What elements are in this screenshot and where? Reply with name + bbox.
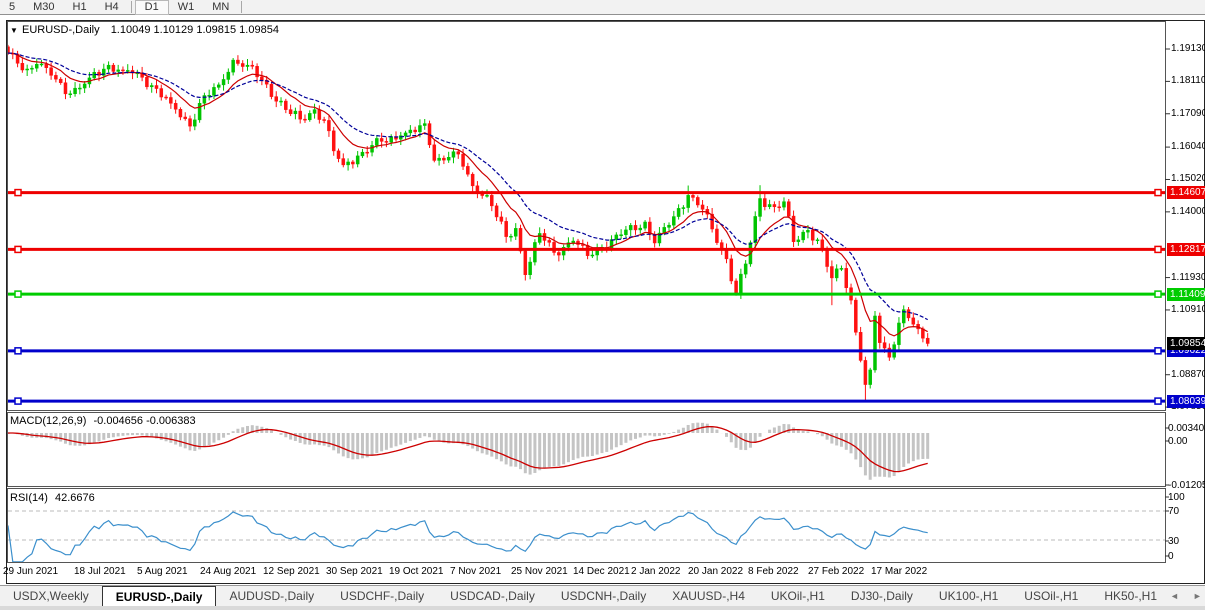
line-handle	[1155, 190, 1161, 196]
price-axis-tick: 1.14000	[1171, 206, 1205, 217]
line-handle	[15, 190, 21, 196]
rsi-name: RSI(14)	[10, 492, 48, 504]
tab-scroll-controls: ◄►	[1170, 586, 1205, 606]
time-axis-label: 5 Aug 2021	[137, 566, 188, 577]
chart-tab-bar: USDX,WeeklyEURUSD-,DailyAUDUSD-,DailyUSD…	[0, 585, 1205, 606]
time-axis-label: 8 Feb 2022	[748, 566, 799, 577]
line-handle	[1155, 291, 1161, 297]
chart-canvas[interactable]	[0, 0, 1205, 610]
chart-title: EURUSD-,Daily 1.10049 1.10129 1.09815 1.…	[22, 24, 279, 36]
time-axis-label: 27 Feb 2022	[808, 566, 864, 577]
tab-scroll-left-icon[interactable]: ◄	[1170, 591, 1179, 601]
chart-tab-usoil-h1[interactable]: USOil-,H1	[1011, 586, 1091, 606]
status-strip	[0, 606, 1205, 610]
macd-values: -0.004656 -0.006383	[93, 415, 195, 427]
chart-tab-ukoil-h1[interactable]: UKOil-,H1	[758, 586, 838, 606]
chart-tab-usdcad-daily[interactable]: USDCAD-,Daily	[437, 586, 548, 606]
line-handle	[1155, 398, 1161, 404]
price-level-flag: 1.14607	[1167, 186, 1205, 199]
line-handle	[15, 246, 21, 252]
time-axis-label: 30 Sep 2021	[326, 566, 383, 577]
ohlc-close: 1.09854	[239, 24, 279, 36]
chart-tab-usdx-weekly[interactable]: USDX,Weekly	[0, 586, 102, 606]
price-level-flag: 1.08039	[1167, 395, 1205, 408]
time-axis-label: 7 Nov 2021	[450, 566, 501, 577]
indicator-axis-tick: 0.003408	[1168, 423, 1205, 434]
price-axis-tick: 1.19130	[1171, 43, 1205, 54]
current-price-flag: 1.09854	[1167, 337, 1205, 350]
chart-tab-usdchf-daily[interactable]: USDCHF-,Daily	[327, 586, 437, 606]
chart-tab-hk50-h1[interactable]: HK50-,H1	[1091, 586, 1170, 606]
chart-tab-xauusd-h4[interactable]: XAUUSD-,H4	[659, 586, 758, 606]
indicator-axis-tick: 0	[1168, 551, 1174, 562]
indicator-axis-tick: 0.00	[1168, 436, 1187, 447]
chart-expand-icon[interactable]: ▼	[10, 26, 18, 35]
mt4-window: 5M30H1H4D1W1MN ▼ EURUSD-,Daily 1.10049 1…	[0, 0, 1205, 610]
price-axis-tick: 1.16040	[1171, 141, 1205, 152]
time-axis-label: 18 Jul 2021	[74, 566, 126, 577]
indicator-axis-tick: 30	[1168, 536, 1179, 547]
time-axis-label: 2 Jan 2022	[631, 566, 681, 577]
price-axis-tick: 1.10910	[1171, 304, 1205, 315]
line-handle	[15, 348, 21, 354]
chart-tab-audusd-daily[interactable]: AUDUSD-,Daily	[216, 586, 327, 606]
indicator-axis-tick: 70	[1168, 506, 1179, 517]
tab-scroll-right-icon[interactable]: ►	[1193, 591, 1202, 601]
chart-tab-dj30-daily[interactable]: DJ30-,Daily	[838, 586, 926, 606]
price-axis-tick: 1.18110	[1171, 75, 1205, 86]
macd-indicator-label: MACD(12,26,9) -0.004656 -0.006383	[10, 415, 196, 427]
time-axis-label: 17 Mar 2022	[871, 566, 927, 577]
price-axis-tick: 1.11930	[1171, 272, 1205, 283]
price-level-flag: 1.11409	[1167, 288, 1205, 301]
price-axis-tick: 1.15020	[1171, 173, 1205, 184]
time-axis-label: 24 Aug 2021	[200, 566, 256, 577]
line-handle	[1155, 246, 1161, 252]
indicator-axis-tick: -0.01205	[1168, 480, 1205, 491]
price-axis-tick: 1.08870	[1171, 369, 1205, 380]
time-axis-label: 19 Oct 2021	[389, 566, 443, 577]
ohlc-open: 1.10049	[111, 24, 151, 36]
indicator-axis-tick: 100	[1168, 492, 1185, 503]
time-axis-label: 12 Sep 2021	[263, 566, 320, 577]
time-axis-label: 14 Dec 2021	[573, 566, 630, 577]
rsi-indicator-label: RSI(14) 42.6676	[10, 492, 95, 504]
time-axis-label: 29 Jun 2021	[3, 566, 58, 577]
line-handle	[15, 398, 21, 404]
ohlc-low: 1.09815	[196, 24, 236, 36]
ohlc-high: 1.10129	[154, 24, 194, 36]
chart-tab-uk100-h1[interactable]: UK100-,H1	[926, 586, 1011, 606]
chart-tab-usdcnh-daily[interactable]: USDCNH-,Daily	[548, 586, 659, 606]
rsi-value: 42.6676	[55, 492, 95, 504]
macd-name: MACD(12,26,9)	[10, 415, 86, 427]
chart-symbol-period: EURUSD-,Daily	[22, 24, 100, 36]
chart-tab-eurusd-daily[interactable]: EURUSD-,Daily	[102, 586, 217, 606]
line-handle	[15, 291, 21, 297]
time-axis-label: 20 Jan 2022	[688, 566, 743, 577]
time-axis-label: 25 Nov 2021	[511, 566, 568, 577]
price-axis-tick: 1.17090	[1171, 108, 1205, 119]
line-handle	[1155, 348, 1161, 354]
price-level-flag: 1.12817	[1167, 243, 1205, 256]
